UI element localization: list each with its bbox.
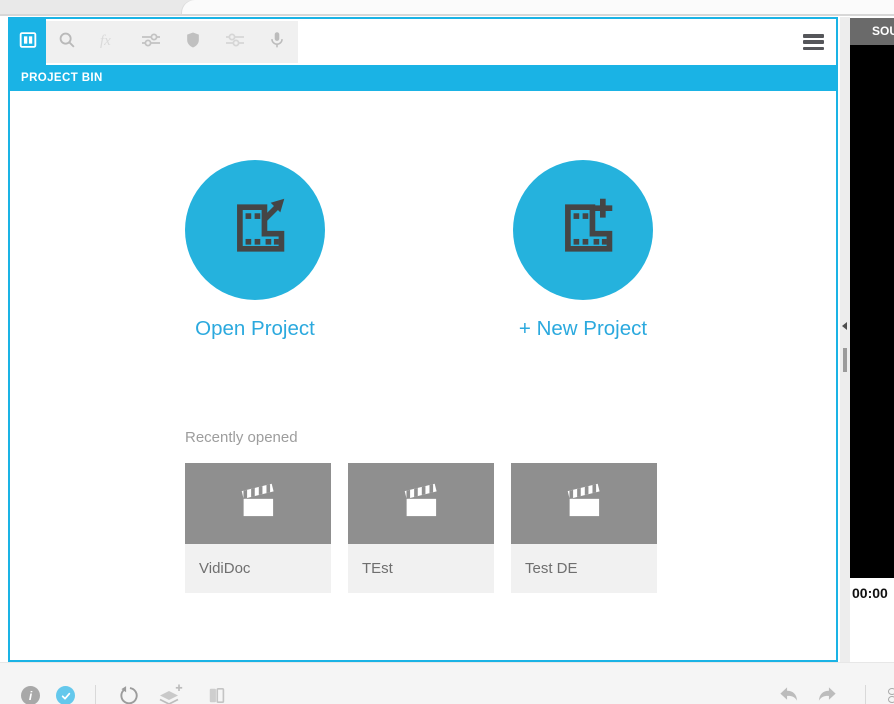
toolbar-icon-group: fx [46, 21, 298, 63]
project-bin-panel: fx [8, 17, 838, 662]
microphone-icon [266, 29, 288, 56]
project-name: TEst [348, 544, 494, 593]
clipped-toolbar-content [888, 688, 894, 704]
toolbar-divider [95, 685, 96, 704]
open-project-label[interactable]: Open Project [165, 317, 345, 341]
fx-effects-icon: fx [97, 28, 121, 57]
project-thumbnail [185, 463, 331, 544]
recently-opened-title: Recently opened [185, 429, 298, 446]
project-bin-icon [17, 29, 39, 56]
project-card[interactable]: Test DE [511, 463, 657, 593]
film-open-icon [221, 194, 289, 267]
project-thumbnail [511, 463, 657, 544]
tab-project-bin[interactable] [10, 19, 46, 65]
add-layer-icon[interactable] [156, 682, 184, 704]
browser-tab[interactable] [182, 0, 894, 14]
toolbar-divider [865, 685, 866, 704]
panel-title: PROJECT BIN [10, 65, 836, 91]
effects-button[interactable]: fx [88, 21, 130, 63]
redo-icon[interactable] [817, 686, 838, 704]
protect-button[interactable] [172, 21, 214, 63]
source-panel-title: SOU [850, 18, 894, 45]
undo-icon[interactable] [778, 686, 799, 704]
equalizer-icon [223, 28, 247, 57]
project-card[interactable]: VidiDoc [185, 463, 331, 593]
panel-gutter [840, 17, 850, 662]
shield-icon [183, 30, 203, 55]
equalizer-button[interactable] [214, 21, 256, 63]
hamburger-menu-icon[interactable] [803, 34, 824, 50]
source-video-viewport[interactable] [850, 45, 894, 578]
apply-check-icon[interactable] [56, 686, 75, 704]
info-icon[interactable]: i [21, 686, 40, 704]
recent-projects-row: VidiDoc [185, 463, 657, 593]
clapperboard-icon [229, 478, 287, 529]
bottom-toolbar: i [0, 662, 894, 704]
project-name: Test DE [511, 544, 657, 593]
new-project-button[interactable] [513, 160, 653, 300]
browser-strip-divider [0, 14, 894, 16]
new-project-label[interactable]: + New Project [493, 317, 673, 341]
project-name: VidiDoc [185, 544, 331, 593]
project-bin-content: Open Project + New Project [10, 91, 836, 660]
reset-icon[interactable] [117, 684, 140, 704]
clapperboard-icon [392, 478, 450, 529]
project-thumbnail [348, 463, 494, 544]
svg-text:fx: fx [100, 33, 111, 49]
film-plus-icon [549, 194, 617, 267]
gutter-drag-handle[interactable] [843, 348, 847, 372]
sliders-icon [139, 28, 163, 57]
open-project-button[interactable] [185, 160, 325, 300]
search-button[interactable] [46, 21, 88, 63]
top-toolbar: fx [10, 19, 836, 65]
collapse-panel-icon[interactable] [842, 322, 847, 330]
storyboard-icon[interactable] [205, 684, 228, 704]
project-card[interactable]: TEst [348, 463, 494, 593]
source-panel: SOU 00:00 [850, 17, 894, 662]
source-timecode: 00:00 [852, 585, 888, 601]
clapperboard-icon [555, 478, 613, 529]
search-icon [56, 29, 78, 56]
app-window: fx [0, 0, 894, 704]
adjust-button[interactable] [130, 21, 172, 63]
voiceover-button[interactable] [256, 21, 298, 63]
